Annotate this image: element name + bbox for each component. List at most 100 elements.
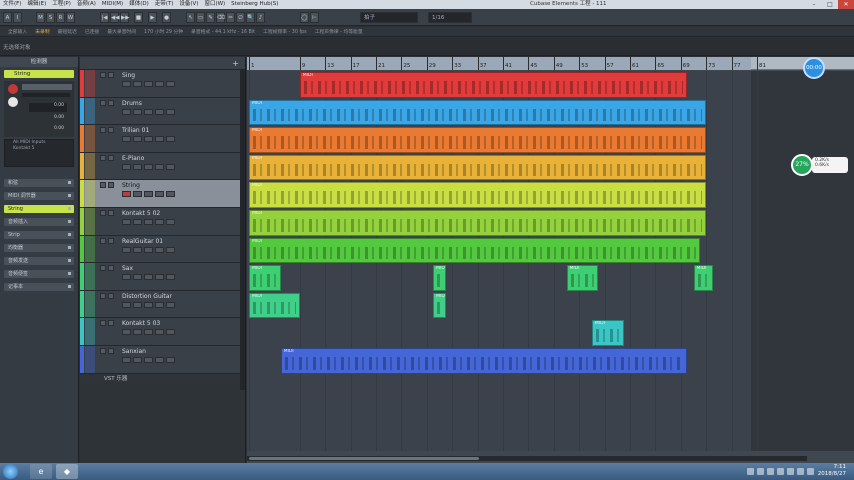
track-header[interactable]: Trilian 01	[80, 125, 240, 153]
read-automation-button[interactable]	[144, 108, 153, 115]
write-automation-button[interactable]	[155, 163, 164, 170]
edit-instrument-button[interactable]	[166, 301, 175, 308]
info-item[interactable]: 最短延迟	[58, 28, 77, 35]
monitor-button[interactable]	[133, 163, 142, 170]
monitor-button[interactable]	[133, 274, 142, 281]
track-name[interactable]: E-Piano	[122, 155, 144, 162]
tray-icon[interactable]	[767, 468, 774, 475]
monitor-button[interactable]	[133, 246, 142, 253]
toolbar-button[interactable]: ▶	[148, 12, 157, 23]
system-clock[interactable]: 7:11 2018/8/27	[818, 464, 846, 478]
midi-part[interactable]: MIDI	[249, 292, 300, 319]
track-list-scrollbar[interactable]	[240, 70, 245, 390]
solo-button[interactable]	[108, 237, 114, 244]
grid-type-select[interactable]: 拍子	[360, 12, 418, 23]
record-button[interactable]	[122, 274, 131, 281]
mute-button[interactable]	[100, 265, 106, 272]
edit-instrument-button[interactable]	[166, 191, 175, 198]
inspector-track-name[interactable]: String	[4, 70, 74, 78]
solo-button[interactable]	[108, 320, 114, 327]
edit-instrument-button[interactable]	[166, 274, 175, 281]
monitor-button[interactable]	[133, 329, 142, 336]
write-automation-button[interactable]	[155, 246, 164, 253]
inspector-section[interactable]: 音频便签	[4, 270, 74, 278]
inspector-section[interactable]: 音频发送	[4, 257, 74, 265]
menu-item[interactable]: 编辑(E)	[24, 0, 49, 9]
inspector-section[interactable]: 均衡器	[4, 244, 74, 252]
read-automation-button[interactable]	[144, 81, 153, 87]
mute-button[interactable]	[100, 320, 106, 327]
toolbar-button[interactable]: ◀◀	[110, 12, 119, 23]
track-header[interactable]: Kontakt 5 03	[80, 318, 240, 346]
monitor-button[interactable]	[133, 108, 142, 115]
monitor-button[interactable]	[133, 81, 142, 87]
midi-part[interactable]: MIDI	[249, 154, 707, 181]
solo-button[interactable]	[108, 72, 114, 78]
midi-part[interactable]: MIDI	[280, 348, 688, 374]
maximize-button[interactable]: □	[822, 0, 838, 9]
track-header[interactable]: E-Piano	[80, 152, 240, 181]
tray-icon[interactable]	[787, 468, 794, 475]
mute-button[interactable]	[100, 237, 106, 244]
write-automation-button[interactable]	[155, 274, 164, 281]
midi-part[interactable]: MIDI	[566, 265, 599, 291]
solo-button[interactable]	[108, 127, 114, 134]
write-automation-button[interactable]	[155, 357, 164, 363]
track-header[interactable]: Kontakt 5 02	[80, 208, 240, 236]
solo-button[interactable]	[108, 265, 114, 272]
midi-part[interactable]: MIDI	[693, 265, 713, 291]
record-button[interactable]	[122, 191, 131, 198]
menu-item[interactable]: 媒体(D)	[126, 0, 152, 9]
info-item[interactable]: 170 小时 29 分钟	[144, 28, 183, 35]
edit-instrument-button[interactable]	[166, 108, 175, 115]
info-item[interactable]: 工程声像律 - 均等能量	[315, 28, 363, 35]
solo-button[interactable]	[108, 348, 114, 354]
midi-part[interactable]: MIDI	[249, 182, 707, 208]
tray-icon[interactable]	[747, 468, 754, 475]
menu-item[interactable]: 工程(P)	[49, 0, 74, 9]
inspector-section[interactable]: MIDI 调节器	[4, 192, 74, 200]
edit-instrument-button[interactable]	[166, 246, 175, 253]
write-automation-button[interactable]	[155, 81, 164, 87]
minimize-button[interactable]: –	[806, 0, 822, 9]
track-name[interactable]: String	[122, 182, 140, 189]
menu-item[interactable]: 走带(T)	[152, 0, 177, 9]
quantize-select[interactable]: 1/16	[428, 12, 472, 23]
mute-button[interactable]	[100, 210, 106, 216]
track-name[interactable]: Sax	[122, 265, 133, 272]
midi-part[interactable]: MIDI	[249, 210, 707, 236]
track-header[interactable]: RealGuitar 01	[80, 235, 240, 264]
vst-instruments-folder[interactable]: VST 乐器	[80, 375, 240, 383]
track-name[interactable]: Kontakt 5 03	[122, 320, 160, 327]
track-header[interactable]: String	[80, 180, 240, 208]
read-automation-button[interactable]	[144, 136, 153, 143]
time-display-overlay[interactable]: 00:00	[803, 57, 825, 79]
track-header[interactable]: Sax	[80, 263, 240, 291]
midi-part[interactable]: MIDI	[591, 320, 624, 346]
toolbar-button[interactable]: M	[36, 12, 45, 23]
edit-instrument-button[interactable]	[166, 81, 175, 87]
track-name[interactable]: Sing	[122, 72, 135, 79]
track-name[interactable]: Distortion Guitar	[122, 293, 172, 300]
inspector-section[interactable]: Strip	[4, 231, 74, 239]
write-automation-button[interactable]	[155, 329, 164, 336]
solo-button[interactable]	[108, 292, 114, 299]
read-automation-button[interactable]	[144, 329, 153, 336]
menu-item[interactable]: 文件(F)	[0, 0, 24, 9]
track-name[interactable]: Drums	[122, 100, 142, 107]
ie-icon[interactable]: e	[30, 464, 52, 479]
record-button[interactable]	[122, 136, 131, 143]
solo-button[interactable]	[108, 99, 114, 106]
track-header[interactable]: Distortion Guitar	[80, 290, 240, 319]
solo-button[interactable]	[108, 154, 114, 161]
midi-part[interactable]: MIDI	[249, 237, 700, 264]
toolbar-button[interactable]: ▶▶	[120, 12, 129, 23]
read-automation-button[interactable]	[144, 219, 153, 225]
mute-button[interactable]	[100, 127, 106, 134]
mute-button[interactable]	[100, 72, 106, 78]
edit-instrument-button[interactable]	[166, 357, 175, 363]
menu-item[interactable]: MIDI(M)	[99, 0, 126, 9]
midi-part[interactable]: MIDI	[433, 265, 446, 291]
volume-icon[interactable]	[797, 468, 804, 475]
monitor-button[interactable]	[133, 136, 142, 143]
